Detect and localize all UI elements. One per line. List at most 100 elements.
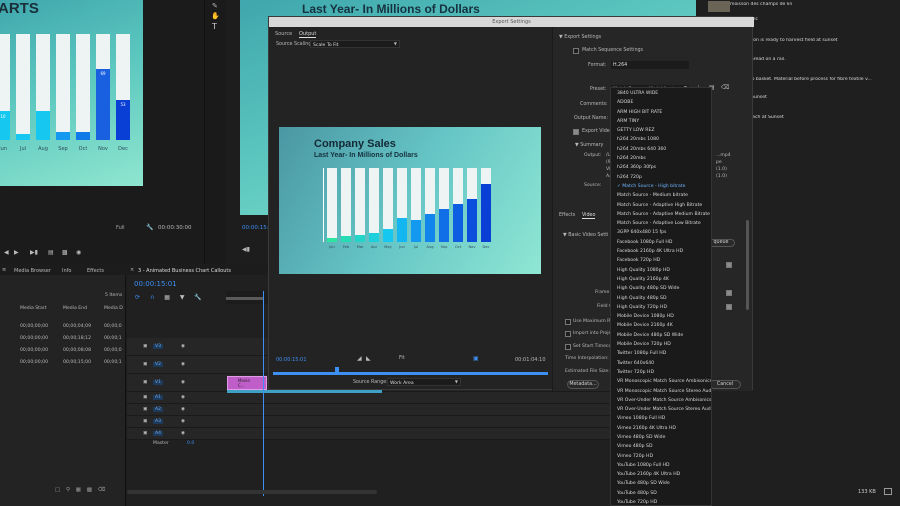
col-media-end[interactable]: Media End bbox=[63, 306, 87, 311]
preset-option[interactable]: VR Monoscopic Match Source Ambisonics bbox=[611, 377, 711, 386]
preset-option[interactable]: YouTube 480p SD Wide bbox=[611, 479, 711, 488]
eye-icon[interactable]: ◉ bbox=[181, 362, 185, 367]
grid-view-icon[interactable] bbox=[884, 488, 892, 495]
stock-item-title[interactable]: raw silk thread on a rail. bbox=[730, 57, 895, 62]
left-bar[interactable]: 69 bbox=[96, 34, 110, 140]
preset-option[interactable]: Twitter 640x640 bbox=[611, 359, 711, 368]
preset-option[interactable]: High Quality 1080p HD bbox=[611, 266, 711, 275]
preset-option[interactable]: Facebook 1080p Full HD bbox=[611, 238, 711, 247]
panel-menu-icon[interactable]: ≡ bbox=[2, 267, 6, 273]
clip-video[interactable]: Movie C... bbox=[227, 376, 267, 390]
master-value[interactable]: 0.0 bbox=[187, 441, 194, 446]
aspect-icon[interactable]: ▣ bbox=[473, 355, 479, 362]
preset-option[interactable]: Vimeo 2160p 4K Ultra HD bbox=[611, 424, 711, 433]
preset-option[interactable]: h264 360p 30fps bbox=[611, 163, 711, 172]
settings-scrollbar[interactable] bbox=[746, 220, 749, 310]
play-icon[interactable]: ▶ bbox=[14, 249, 19, 256]
export-frame-icon[interactable]: ◉ bbox=[76, 249, 81, 256]
preset-option[interactable]: Mobile Device 1080p HD bbox=[611, 312, 711, 321]
overwrite-icon[interactable]: ▩ bbox=[62, 249, 68, 256]
tab-info[interactable]: Info bbox=[62, 268, 71, 274]
preset-option[interactable]: ARM TINY bbox=[611, 117, 711, 126]
lock-icon[interactable]: ▣ bbox=[143, 380, 147, 385]
preset-option[interactable]: Facebook 720p HD bbox=[611, 256, 711, 265]
new-bin-icon[interactable]: ▦ bbox=[76, 487, 81, 493]
left-bar[interactable] bbox=[56, 34, 70, 140]
bin-icon[interactable]: □ bbox=[55, 487, 60, 493]
metadata-button[interactable]: Metadata... bbox=[567, 380, 599, 389]
tab-media-browser[interactable]: Media Browser bbox=[14, 268, 51, 274]
eye-icon[interactable]: ◉ bbox=[181, 344, 185, 349]
track-label[interactable]: A2 bbox=[153, 407, 164, 412]
lock-icon[interactable]: ▣ bbox=[143, 407, 147, 412]
stock-item-title[interactable]: on the Beach at Sunset bbox=[730, 115, 895, 120]
col-media-start[interactable]: Media Start bbox=[20, 306, 46, 311]
fit-dropdown[interactable]: Full bbox=[116, 225, 125, 231]
preset-option[interactable]: GETTY LOW REZ bbox=[611, 126, 711, 135]
preset-option[interactable]: VR Over-Under Match Source Stereo Audio bbox=[611, 405, 711, 414]
track-label[interactable]: A3 bbox=[153, 419, 164, 424]
col-media-duration[interactable]: Media D bbox=[104, 306, 123, 311]
settings-wrench-icon[interactable]: 🔧 bbox=[194, 294, 201, 301]
preset-option[interactable]: ADOBE bbox=[611, 98, 711, 107]
program-transport-icon[interactable]: ◀▮ bbox=[242, 246, 250, 253]
tab-video-settings[interactable]: Video bbox=[582, 213, 596, 219]
stock-item-title[interactable]: moisson des champs de lin bbox=[730, 2, 895, 7]
stock-item-title[interactable]: uality cotton is ready to harvest field … bbox=[730, 38, 895, 43]
preset-option[interactable]: ARM HIGH BIT RATE bbox=[611, 108, 711, 117]
preset-option[interactable]: Match Source - Adaptive High Bitrate bbox=[611, 201, 711, 210]
preset-option[interactable]: YouTube 720p HD bbox=[611, 498, 711, 505]
new-item-icon[interactable]: ▩ bbox=[87, 487, 92, 493]
preset-option[interactable]: YouTube 2160p 4K Ultra HD bbox=[611, 470, 711, 479]
preset-option[interactable]: Twitter 1080p Full HD bbox=[611, 349, 711, 358]
eye-icon[interactable]: ◉ bbox=[181, 380, 185, 385]
preset-option[interactable]: Match Source - Adaptive Low Bitrate bbox=[611, 219, 711, 228]
track-label[interactable]: A4 bbox=[153, 431, 164, 436]
preview-scrubber[interactable] bbox=[273, 372, 548, 375]
eye-icon[interactable]: ◉ bbox=[181, 395, 185, 400]
track-label[interactable]: V2 bbox=[153, 362, 164, 367]
tab-source[interactable]: Source bbox=[275, 31, 292, 37]
lock-icon[interactable]: ▣ bbox=[143, 395, 147, 400]
mark-out-icon[interactable]: ◣ bbox=[366, 355, 371, 362]
max-render-checkbox[interactable] bbox=[565, 319, 571, 325]
preset-option[interactable]: h264 720p bbox=[611, 173, 711, 182]
tab-effects[interactable]: Effects bbox=[87, 268, 104, 274]
preset-option[interactable]: h264 20mbs bbox=[611, 154, 711, 163]
timeline-scrollbar[interactable] bbox=[127, 490, 377, 494]
match-checkbox-1[interactable] bbox=[726, 262, 732, 268]
preset-option[interactable]: h264 20mbs 1080 bbox=[611, 135, 711, 144]
type-tool-icon[interactable]: T bbox=[212, 22, 217, 31]
marker-icon[interactable]: ▼ bbox=[180, 294, 185, 301]
start-timecode-checkbox[interactable] bbox=[565, 344, 571, 350]
preset-option[interactable]: VR Monoscopic Match Source Stereo Audio bbox=[611, 387, 711, 396]
step-back-icon[interactable]: ◀ bbox=[4, 249, 9, 256]
preset-option[interactable]: Mobile Device 2160p 4K bbox=[611, 321, 711, 330]
clip-audio-bar[interactable] bbox=[227, 390, 382, 393]
lock-icon[interactable]: ▣ bbox=[143, 362, 147, 367]
preset-option[interactable]: YouTube 480p SD bbox=[611, 489, 711, 498]
preset-option[interactable]: Match Source - Adaptive Medium Bitrate bbox=[611, 210, 711, 219]
preset-option[interactable]: 3GPP 640x480 15 fps bbox=[611, 228, 711, 237]
step-forward-icon[interactable]: ▶▮ bbox=[30, 249, 38, 256]
pen-tool-icon[interactable]: ✎ bbox=[212, 2, 218, 10]
lock-icon[interactable]: ▣ bbox=[143, 431, 147, 436]
preset-option[interactable]: h264 20mbs 640 360 bbox=[611, 145, 711, 154]
insert-icon[interactable]: ▤ bbox=[48, 249, 54, 256]
hand-tool-icon[interactable]: ✋ bbox=[211, 12, 220, 20]
source-range-select[interactable]: Work Area ▼ bbox=[387, 378, 461, 386]
delete-preset-icon[interactable]: ⌫ bbox=[721, 84, 729, 91]
preset-dropdown-list[interactable]: 3840 ULTRA WIDE ADOBE ARM HIGH BIT RATE ARM… bbox=[610, 87, 712, 506]
lock-icon[interactable]: ▣ bbox=[143, 419, 147, 424]
preset-option[interactable]: High Quality 720p HD bbox=[611, 303, 711, 312]
left-bar[interactable]: 10 bbox=[0, 34, 10, 140]
preset-option[interactable]: ✓ Match Source - High bitrate bbox=[611, 182, 711, 191]
tab-output[interactable]: Output bbox=[299, 31, 317, 38]
scrubber-handle[interactable] bbox=[335, 367, 339, 373]
match-checkbox-3[interactable] bbox=[726, 304, 732, 310]
eye-icon[interactable]: ◉ bbox=[181, 431, 185, 436]
preset-option[interactable]: Vimeo 480p SD Wide bbox=[611, 433, 711, 442]
preset-option[interactable]: Mobile Device 480p SD Wide bbox=[611, 331, 711, 340]
preset-option[interactable]: VR Over-Under Match Source Ambisonics bbox=[611, 396, 711, 405]
preset-option[interactable]: High Quality 480p SD bbox=[611, 294, 711, 303]
